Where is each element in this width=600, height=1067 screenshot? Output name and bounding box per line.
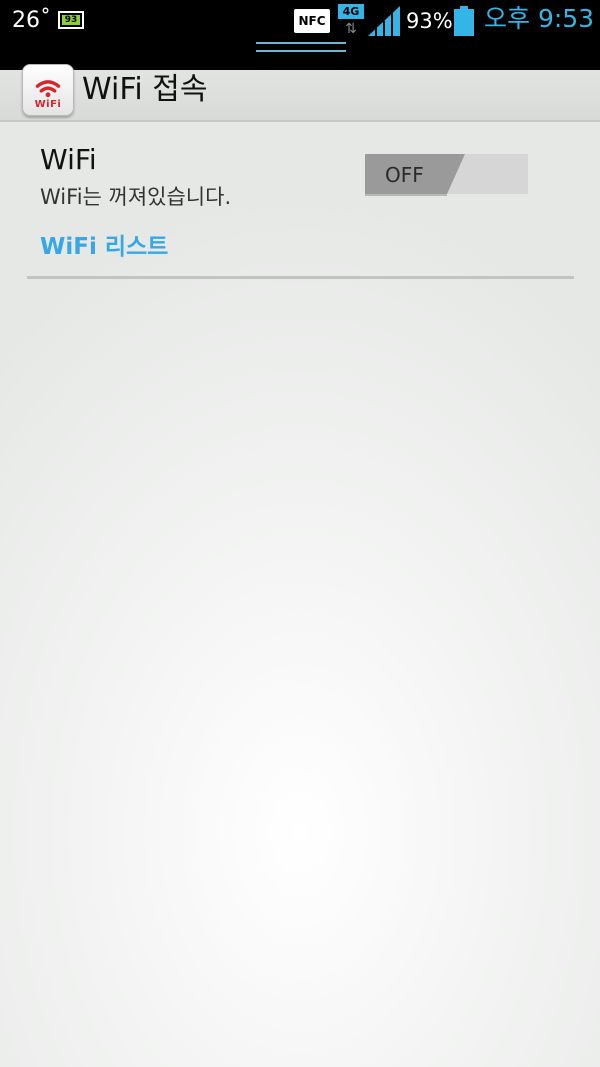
notification-shade-handle-area[interactable]: [0, 42, 600, 70]
wifi-setting-title: WiFi: [40, 143, 97, 176]
wifi-list-link[interactable]: WiFi 리스트: [40, 232, 168, 262]
status-bar: 26˚ 93 NFC 4G ⇅ 93% 오후 9:53: [0, 0, 600, 42]
wifi-app-icon[interactable]: WiFi: [22, 64, 74, 116]
app-icon-label: WiFi: [34, 99, 62, 110]
page-title: WiFi 접속: [82, 72, 208, 107]
data-arrows-icon: ⇅: [345, 21, 357, 37]
section-divider: [27, 276, 574, 279]
temperature-text: 26˚: [12, 8, 51, 33]
notification-pull-handle[interactable]: [256, 42, 346, 52]
network-type-badge: 4G: [338, 4, 364, 19]
clock-text: 오후 9:53: [484, 4, 595, 33]
action-bar: WiFi WiFi 접속: [0, 64, 600, 122]
nfc-icon: NFC: [294, 9, 330, 33]
toggle-state-label: OFF: [385, 163, 424, 187]
battery-percent-text: 93%: [406, 9, 453, 33]
cellular-signal-icon: [368, 6, 400, 36]
battery-icon: [454, 6, 474, 36]
battery-level-text: 93: [62, 15, 80, 25]
wifi-toggle-switch[interactable]: OFF: [365, 154, 528, 196]
battery-level-icon: 93: [58, 11, 84, 29]
wifi-status-text: WiFi는 꺼져있습니다.: [40, 185, 232, 209]
network-4g-icon: 4G ⇅: [338, 4, 364, 38]
